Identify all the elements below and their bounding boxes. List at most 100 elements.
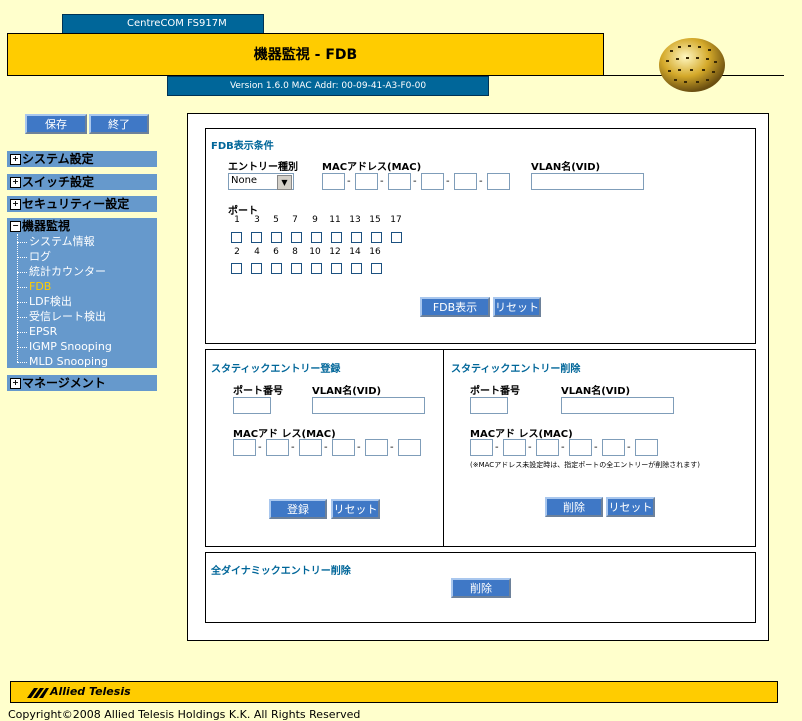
static-add-title: スタティックエントリー登録: [211, 364, 341, 375]
port-checkbox-6[interactable]: [271, 263, 282, 274]
sidebar-item-label: システム設定: [22, 152, 94, 166]
sidebar-item-security[interactable]: + セキュリティー設定: [7, 196, 157, 212]
port-checkbox-13[interactable]: [351, 232, 362, 243]
sidebar-item-label: 機器監視: [22, 219, 71, 233]
port-checkbox-4[interactable]: [251, 263, 262, 274]
save-button[interactable]: 保存: [25, 114, 87, 134]
tree-tick: [17, 287, 27, 288]
delete-mac-octet-4[interactable]: [569, 439, 592, 456]
add-mac-octet-2[interactable]: [266, 439, 289, 456]
mac-octet-4[interactable]: [421, 173, 444, 190]
version-info: Version 1.6.0 MAC Addr: 00-09-41-A3-F0-0…: [167, 76, 489, 96]
mac-separator: -: [446, 176, 450, 187]
add-mac-octet-5[interactable]: [365, 439, 388, 456]
mac-octet-3[interactable]: [388, 173, 411, 190]
sidebar-item-switch[interactable]: + スイッチ設定: [7, 174, 157, 190]
port-checkbox-2[interactable]: [231, 263, 242, 274]
add-port-input[interactable]: [233, 397, 271, 414]
delete-vlan-input[interactable]: [561, 397, 674, 414]
mac-separator: -: [324, 442, 328, 453]
port-checkbox-1[interactable]: [231, 232, 242, 243]
port-number: 6: [273, 247, 279, 257]
port-number: 9: [312, 215, 318, 225]
register-button[interactable]: 登録: [269, 499, 327, 519]
delete-mac-octet-5[interactable]: [602, 439, 625, 456]
sidebar-item-ldf[interactable]: LDF検出: [29, 294, 72, 309]
mac-octet-1[interactable]: [322, 173, 345, 190]
sidebar-item-rate-detect[interactable]: 受信レート検出: [29, 309, 106, 324]
mac-octet-2[interactable]: [355, 173, 378, 190]
add-mac-octet-3[interactable]: [299, 439, 322, 456]
delete-mac-octet-6[interactable]: [635, 439, 658, 456]
port-checkbox-7[interactable]: [291, 232, 302, 243]
delete-button[interactable]: 削除: [545, 497, 603, 517]
sidebar-item-statistics[interactable]: 統計カウンター: [29, 264, 106, 279]
page-title: 機器監視 - FDB: [7, 33, 604, 76]
add-vlan-input[interactable]: [312, 397, 425, 414]
mac-separator: -: [479, 176, 483, 187]
port-checkbox-3[interactable]: [251, 232, 262, 243]
port-checkbox-17[interactable]: [391, 232, 402, 243]
sidebar-item-system[interactable]: + システム設定: [7, 151, 157, 167]
add-mac-octet-1[interactable]: [233, 439, 256, 456]
port-checkbox-8[interactable]: [291, 263, 302, 274]
delete-mac-octet-3[interactable]: [536, 439, 559, 456]
mac-separator: -: [357, 442, 361, 453]
sidebar-item-management[interactable]: + マネージメント: [7, 375, 157, 391]
tree-tick: [17, 242, 27, 243]
delete-reset-button[interactable]: リセット: [606, 497, 655, 517]
expand-icon: +: [10, 154, 21, 165]
add-mac-octet-6[interactable]: [398, 439, 421, 456]
entry-type-select[interactable]: None ▼: [228, 173, 294, 190]
port-number-label: ポート番号: [233, 386, 283, 397]
port-number: 8: [292, 247, 298, 257]
port-checkbox-14[interactable]: [351, 263, 362, 274]
mac-label: MACアド レス(MAC): [470, 429, 573, 440]
delete-mac-octet-2[interactable]: [503, 439, 526, 456]
tree-tick: [17, 332, 27, 333]
port-number: 12: [329, 247, 341, 257]
port-checkbox-15[interactable]: [371, 232, 382, 243]
delete-port-input[interactable]: [470, 397, 508, 414]
port-checkbox-5[interactable]: [271, 232, 282, 243]
sidebar-item-monitor[interactable]: − 機器監視: [7, 218, 157, 234]
sidebar-item-label: マネージメント: [22, 376, 106, 390]
sidebar-item-igmp[interactable]: IGMP Snooping: [29, 339, 112, 354]
mac-octet-6[interactable]: [487, 173, 510, 190]
sidebar-item-fdb[interactable]: FDB: [29, 279, 51, 294]
delete-mac-octet-1[interactable]: [470, 439, 493, 456]
expand-icon: +: [10, 177, 21, 188]
port-number: 10: [309, 247, 321, 257]
mac-label: MACアド レス(MAC): [233, 429, 336, 440]
port-checkbox-16[interactable]: [371, 263, 382, 274]
vlan-label: VLAN名(VID): [312, 386, 382, 397]
vlan-input[interactable]: [531, 173, 644, 190]
mac-octet-5[interactable]: [454, 173, 477, 190]
dynamic-delete-button[interactable]: 削除: [451, 578, 511, 598]
port-checkbox-12[interactable]: [331, 263, 342, 274]
add-mac-octet-4[interactable]: [332, 439, 355, 456]
port-number: 4: [254, 247, 260, 257]
chevron-down-icon: ▼: [277, 175, 292, 190]
sidebar-item-mld[interactable]: MLD Snooping: [29, 354, 108, 369]
fdb-reset-button[interactable]: リセット: [493, 297, 541, 317]
mac-delete-note: (※MACアドレス未設定時は、指定ポートの全エントリーが削除されます): [470, 461, 700, 469]
mac-separator: -: [390, 442, 394, 453]
port-checkbox-11[interactable]: [331, 232, 342, 243]
port-number: 17: [390, 215, 402, 225]
tree-tick: [17, 302, 27, 303]
sidebar-item-log[interactable]: ログ: [29, 249, 51, 264]
allied-telesis-logo-icon: [27, 688, 49, 698]
port-checkbox-10[interactable]: [311, 263, 322, 274]
sidebar-item-epsr[interactable]: EPSR: [29, 324, 57, 339]
sidebar-item-system-info[interactable]: システム情報: [29, 234, 95, 249]
port-number-label: ポート番号: [470, 386, 520, 397]
port-checkbox-9[interactable]: [311, 232, 322, 243]
add-reset-button[interactable]: リセット: [331, 499, 380, 519]
port-number: 13: [349, 215, 361, 225]
mac-separator: -: [291, 442, 295, 453]
tree-tick: [17, 272, 27, 273]
fdb-show-button[interactable]: FDB表示: [420, 297, 490, 317]
exit-button[interactable]: 終了: [89, 114, 149, 134]
globe-logo-icon: [659, 38, 725, 92]
